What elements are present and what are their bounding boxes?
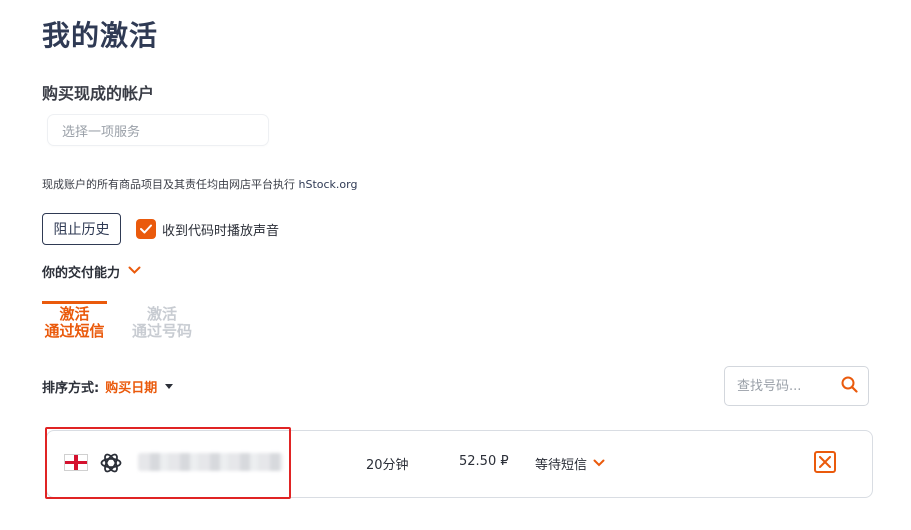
sound-checkbox-label: 收到代码时播放声音 [162, 223, 280, 239]
block-history-button[interactable]: 阻止历史 [42, 213, 121, 245]
activation-price: 52.50 ₽ [459, 454, 509, 469]
activation-status: 等待短信 [535, 458, 588, 473]
sort-label: 排序方式: [42, 381, 100, 396]
chevron-down-icon [593, 456, 605, 471]
search-input[interactable] [735, 377, 829, 395]
activation-duration: 20分钟 [366, 458, 409, 473]
sound-checkbox-row[interactable]: 收到代码时播放声音 [136, 219, 279, 239]
tab-sms-activation[interactable]: 激活 通过短信 [42, 301, 107, 340]
delivery-dropdown[interactable]: 你的交付能力 [42, 262, 141, 281]
close-icon [819, 453, 831, 472]
sort-control[interactable]: 排序方式: 购买日期 [42, 377, 174, 396]
checkbox-checked-icon[interactable] [136, 219, 156, 239]
search-icon[interactable] [841, 376, 858, 397]
caret-down-icon [165, 384, 174, 389]
number-search[interactable] [724, 366, 869, 406]
buy-accounts-title: 购买现成的帐户 [42, 84, 155, 103]
disclaimer-text: 现成账户的所有商品项目及其责任均由网店平台执行 hStock.org [42, 176, 357, 192]
tab-number-line1: 激活 [146, 305, 177, 323]
service-select[interactable]: 选择一项服务 [48, 115, 268, 145]
hstock-link[interactable]: hStock.org [299, 178, 358, 191]
cancel-activation-button[interactable] [814, 451, 836, 473]
delivery-label: 你的交付能力 [42, 266, 121, 281]
disclaimer-body: 现成账户的所有商品项目及其责任均由网店平台执行 [42, 178, 295, 191]
chevron-down-icon [128, 264, 141, 279]
tab-number-activation[interactable]: 激活 通过号码 [129, 304, 195, 340]
tab-number-line2: 通过号码 [131, 322, 192, 340]
activation-status-dropdown[interactable]: 等待短信 [535, 454, 605, 473]
highlight-box [45, 427, 291, 499]
sort-value[interactable]: 购买日期 [105, 377, 157, 396]
service-select-placeholder: 选择一项服务 [62, 124, 141, 140]
tab-sms-line1: 激活 [59, 305, 90, 323]
page-title: 我的激活 [42, 19, 159, 52]
tab-sms-line2: 通过短信 [44, 322, 105, 340]
